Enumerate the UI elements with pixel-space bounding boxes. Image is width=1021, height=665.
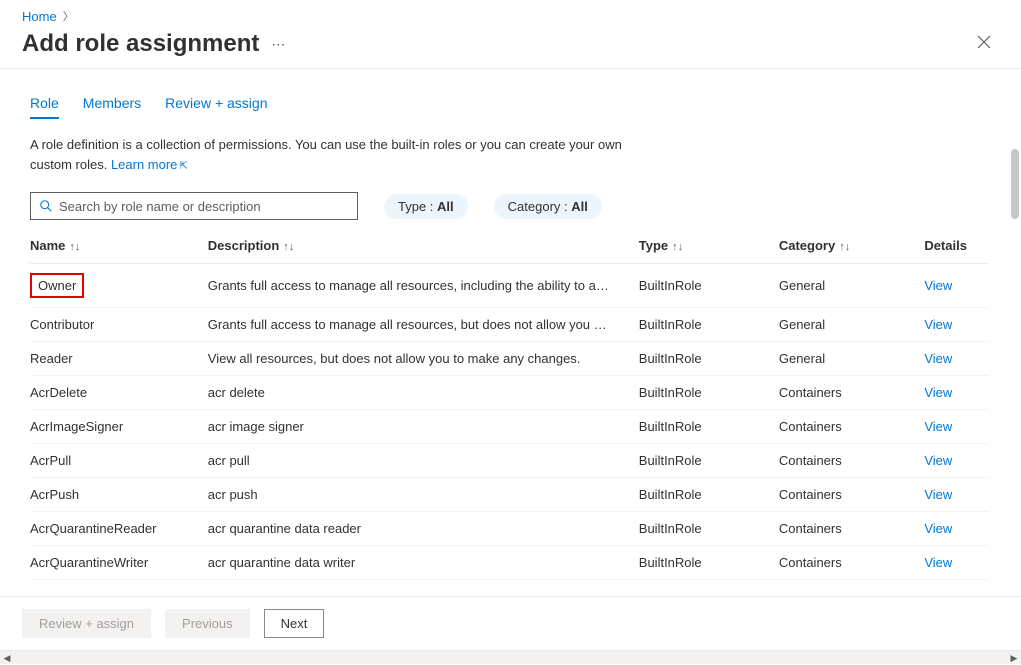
table-row[interactable]: AcrPullacr pullBuiltInRoleContainersView [30, 444, 989, 478]
view-link[interactable]: View [924, 419, 952, 434]
cell-category: Containers [779, 546, 924, 580]
view-link[interactable]: View [924, 555, 952, 570]
learn-more-link[interactable]: Learn more⇱ [111, 157, 188, 172]
filter-category[interactable]: Category : All [494, 194, 602, 219]
view-link[interactable]: View [924, 317, 952, 332]
cell-description: acr pull [208, 444, 639, 478]
cell-name: Owner [30, 264, 208, 308]
cell-category: Containers [779, 444, 924, 478]
cell-description: acr push [208, 478, 639, 512]
cell-name: AcrDelete [30, 376, 208, 410]
cell-category: Containers [779, 410, 924, 444]
view-link[interactable]: View [924, 453, 952, 468]
previous-button[interactable]: Previous [165, 609, 250, 638]
tab-list: Role Members Review + assign [30, 89, 989, 117]
cell-category: Containers [779, 478, 924, 512]
view-link[interactable]: View [924, 521, 952, 536]
view-link[interactable]: View [924, 487, 952, 502]
cell-type: BuiltInRole [639, 264, 779, 308]
more-actions-button[interactable]: ⋯ [271, 36, 287, 53]
sort-icon: ↑↓ [69, 241, 80, 253]
main-content: Role Members Review + assign A role defi… [0, 69, 1021, 596]
footer-bar: Review + assign Previous Next [0, 596, 1021, 650]
roles-table: Name↑↓ Description↑↓ Type↑↓ Category↑↓ D… [30, 230, 989, 580]
cell-type: BuiltInRole [639, 410, 779, 444]
cell-type: BuiltInRole [639, 342, 779, 376]
table-row[interactable]: AcrQuarantineReaderacr quarantine data r… [30, 512, 989, 546]
sort-icon: ↑↓ [283, 241, 294, 253]
view-link[interactable]: View [924, 278, 952, 293]
role-name-highlight: Owner [30, 273, 84, 298]
filter-type[interactable]: Type : All [384, 194, 468, 219]
table-row[interactable]: AcrQuarantineWriteracr quarantine data w… [30, 546, 989, 580]
cell-description: acr quarantine data reader [208, 512, 639, 546]
cell-name: AcrImageSigner [30, 410, 208, 444]
cell-category: Containers [779, 376, 924, 410]
close-button[interactable] [969, 31, 999, 58]
horizontal-scrollbar[interactable]: ◀ ▶ [0, 650, 1021, 664]
filter-row: Type : All Category : All [30, 192, 989, 220]
cell-description: acr image signer [208, 410, 639, 444]
cell-name: Reader [30, 342, 208, 376]
view-link[interactable]: View [924, 351, 952, 366]
column-header-description[interactable]: Description↑↓ [208, 230, 639, 264]
table-row[interactable]: AcrImageSigneracr image signerBuiltInRol… [30, 410, 989, 444]
tab-members[interactable]: Members [83, 89, 141, 117]
cell-description: Grants full access to manage all resourc… [208, 308, 639, 342]
cell-description: acr quarantine data writer [208, 546, 639, 580]
close-icon [977, 35, 991, 49]
tab-role[interactable]: Role [30, 89, 59, 117]
cell-type: BuiltInRole [639, 444, 779, 478]
cell-type: BuiltInRole [639, 512, 779, 546]
cell-type: BuiltInRole [639, 308, 779, 342]
column-header-category[interactable]: Category↑↓ [779, 230, 924, 264]
table-row[interactable]: ReaderView all resources, but does not a… [30, 342, 989, 376]
cell-description: acr delete [208, 376, 639, 410]
breadcrumb-home[interactable]: Home [22, 9, 57, 24]
breadcrumb: Home 〉 [0, 0, 1021, 28]
search-box[interactable] [30, 192, 358, 220]
role-description-text: A role definition is a collection of per… [30, 135, 650, 174]
tab-review-assign[interactable]: Review + assign [165, 89, 267, 117]
chevron-right-icon: 〉 [63, 8, 74, 24]
cell-type: BuiltInRole [639, 546, 779, 580]
cell-name: Contributor [30, 308, 208, 342]
chevron-right-icon[interactable]: ▶ [1007, 651, 1021, 665]
scrollbar-thumb[interactable] [1011, 149, 1019, 219]
cell-category: General [779, 342, 924, 376]
table-row[interactable]: AcrPushacr pushBuiltInRoleContainersView [30, 478, 989, 512]
cell-name: AcrQuarantineWriter [30, 546, 208, 580]
cell-category: General [779, 264, 924, 308]
sort-icon: ↑↓ [672, 241, 683, 253]
table-row[interactable]: AcrDeleteacr deleteBuiltInRoleContainers… [30, 376, 989, 410]
sort-icon: ↑↓ [839, 241, 850, 253]
table-row[interactable]: ContributorGrants full access to manage … [30, 308, 989, 342]
column-header-details: Details [924, 230, 989, 264]
column-header-name[interactable]: Name↑↓ [30, 230, 208, 264]
page-header: Add role assignment ⋯ [0, 28, 1021, 68]
cell-name: AcrQuarantineReader [30, 512, 208, 546]
view-link[interactable]: View [924, 385, 952, 400]
chevron-left-icon[interactable]: ◀ [0, 651, 14, 665]
cell-type: BuiltInRole [639, 478, 779, 512]
cell-description: Grants full access to manage all resourc… [208, 264, 639, 308]
external-link-icon: ⇱ [179, 161, 187, 172]
cell-type: BuiltInRole [639, 376, 779, 410]
table-row[interactable]: Owner Grants full access to manage all re… [30, 264, 989, 308]
search-input[interactable] [59, 199, 349, 214]
cell-name: AcrPush [30, 478, 208, 512]
page-title: Add role assignment [22, 30, 259, 58]
next-button[interactable]: Next [264, 609, 325, 638]
cell-category: General [779, 308, 924, 342]
cell-description: View all resources, but does not allow y… [208, 342, 639, 376]
search-icon [39, 199, 53, 213]
review-assign-button[interactable]: Review + assign [22, 609, 151, 638]
cell-name: AcrPull [30, 444, 208, 478]
column-header-type[interactable]: Type↑↓ [639, 230, 779, 264]
cell-category: Containers [779, 512, 924, 546]
